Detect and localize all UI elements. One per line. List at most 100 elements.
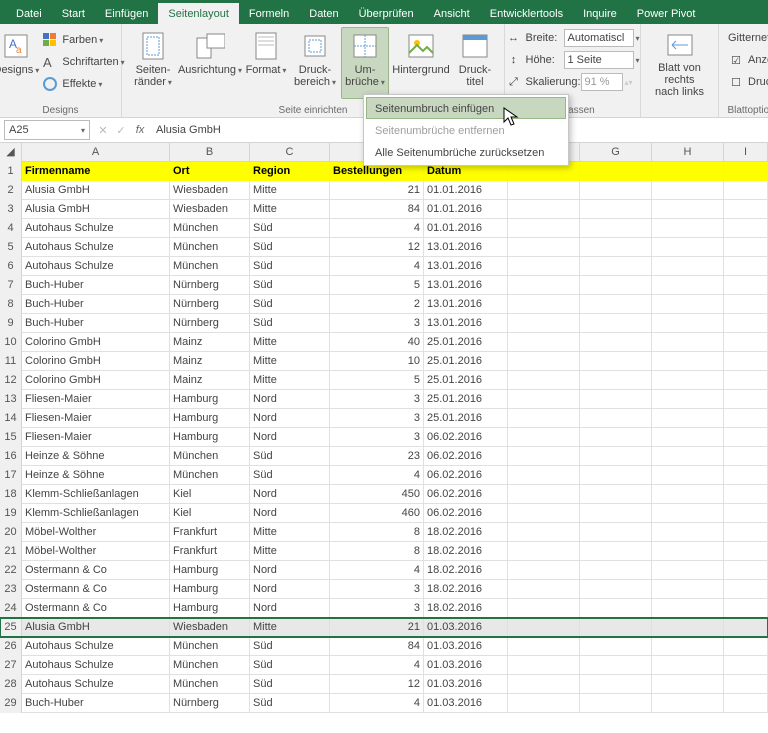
cell[interactable]: [580, 181, 652, 200]
cell[interactable]: Klemm-Schließanlagen: [22, 504, 170, 523]
row-head[interactable]: 13: [0, 390, 22, 409]
cell[interactable]: Heinze & Söhne: [22, 447, 170, 466]
cell[interactable]: [724, 504, 768, 523]
cell[interactable]: 460: [330, 504, 424, 523]
row-head[interactable]: 9: [0, 314, 22, 333]
btn-printarea[interactable]: Druck- bereich▾: [291, 27, 339, 99]
btn-format[interactable]: Format▾: [243, 27, 289, 99]
data-row[interactable]: 27Autohaus SchulzeMünchenSüd401.03.2016: [0, 656, 768, 675]
tab-überprüfen[interactable]: Überprüfen: [349, 3, 424, 24]
cell[interactable]: München: [170, 238, 250, 257]
cell[interactable]: 01.03.2016: [424, 675, 508, 694]
cell[interactable]: [508, 561, 580, 580]
cell[interactable]: 13.01.2016: [424, 238, 508, 257]
cell[interactable]: [724, 580, 768, 599]
cell[interactable]: [580, 200, 652, 219]
cell[interactable]: [508, 257, 580, 276]
data-row[interactable]: 5Autohaus SchulzeMünchenSüd1213.01.2016: [0, 238, 768, 257]
cell[interactable]: Süd: [250, 447, 330, 466]
cell[interactable]: [580, 542, 652, 561]
cell[interactable]: Ostermann & Co: [22, 580, 170, 599]
row-head[interactable]: 4: [0, 219, 22, 238]
cell[interactable]: Mainz: [170, 371, 250, 390]
data-row[interactable]: 8Buch-HuberNürnbergSüd213.01.2016: [0, 295, 768, 314]
cell[interactable]: [508, 238, 580, 257]
data-row[interactable]: 20Möbel-WoltherFrankfurtMitte818.02.2016: [0, 523, 768, 542]
col-head-H[interactable]: H: [652, 143, 724, 162]
cell[interactable]: [652, 219, 724, 238]
cell[interactable]: [652, 542, 724, 561]
row-head[interactable]: 24: [0, 599, 22, 618]
row-scale[interactable]: ⤢Skalierung:91 %▴▾: [503, 71, 643, 93]
fx-icon[interactable]: fx: [130, 124, 150, 136]
cell[interactable]: [508, 656, 580, 675]
btn-background[interactable]: Hintergrund: [391, 27, 451, 99]
cell[interactable]: [508, 466, 580, 485]
cell[interactable]: [508, 618, 580, 637]
cell[interactable]: 25.01.2016: [424, 409, 508, 428]
cell[interactable]: 12: [330, 238, 424, 257]
cell[interactable]: [652, 694, 724, 713]
btn-orientation[interactable]: Ausrichtung▾: [179, 27, 241, 99]
cell[interactable]: [508, 523, 580, 542]
cell[interactable]: [652, 523, 724, 542]
cell[interactable]: Nord: [250, 390, 330, 409]
cell[interactable]: Ostermann & Co: [22, 561, 170, 580]
data-row[interactable]: 10Colorino GmbHMainzMitte4025.01.2016: [0, 333, 768, 352]
cell[interactable]: 18.02.2016: [424, 542, 508, 561]
cell[interactable]: [580, 599, 652, 618]
row-head[interactable]: 10: [0, 333, 22, 352]
cell[interactable]: Hamburg: [170, 428, 250, 447]
cell[interactable]: Kiel: [170, 485, 250, 504]
cell[interactable]: Süd: [250, 295, 330, 314]
cell[interactable]: 25.01.2016: [424, 333, 508, 352]
cell[interactable]: 06.02.2016: [424, 428, 508, 447]
cell[interactable]: [724, 371, 768, 390]
cell[interactable]: Nürnberg: [170, 314, 250, 333]
cell[interactable]: [724, 561, 768, 580]
cell[interactable]: [580, 485, 652, 504]
cell[interactable]: [652, 656, 724, 675]
data-row[interactable]: 17Heinze & SöhneMünchenSüd406.02.2016: [0, 466, 768, 485]
cell[interactable]: Nord: [250, 504, 330, 523]
cell[interactable]: [508, 371, 580, 390]
cell[interactable]: Hamburg: [170, 561, 250, 580]
cell[interactable]: 4: [330, 656, 424, 675]
tab-einfügen[interactable]: Einfügen: [95, 3, 158, 24]
cell[interactable]: [580, 656, 652, 675]
cell[interactable]: [652, 162, 724, 181]
cell[interactable]: 5: [330, 276, 424, 295]
cell[interactable]: [724, 542, 768, 561]
cell[interactable]: [652, 675, 724, 694]
cell[interactable]: [508, 694, 580, 713]
cell[interactable]: [508, 352, 580, 371]
cell[interactable]: München: [170, 656, 250, 675]
cell[interactable]: [724, 219, 768, 238]
cell[interactable]: [580, 333, 652, 352]
cell[interactable]: Hamburg: [170, 599, 250, 618]
row-head[interactable]: 23: [0, 580, 22, 599]
cell[interactable]: München: [170, 447, 250, 466]
cell[interactable]: Nord: [250, 561, 330, 580]
cell[interactable]: 18.02.2016: [424, 523, 508, 542]
cell[interactable]: 13.01.2016: [424, 276, 508, 295]
cell[interactable]: Ort: [170, 162, 250, 181]
cell[interactable]: [652, 504, 724, 523]
cell[interactable]: 18.02.2016: [424, 561, 508, 580]
chk-view[interactable]: ☑Anzeig: [725, 49, 768, 71]
cell[interactable]: 3: [330, 314, 424, 333]
cell[interactable]: 84: [330, 200, 424, 219]
cell[interactable]: [652, 618, 724, 637]
cell[interactable]: [508, 200, 580, 219]
cell[interactable]: Buch-Huber: [22, 295, 170, 314]
row-head[interactable]: 25: [0, 618, 22, 637]
cell[interactable]: [652, 371, 724, 390]
cell[interactable]: [652, 561, 724, 580]
cell[interactable]: Fliesen-Maier: [22, 428, 170, 447]
cell[interactable]: [580, 162, 652, 181]
data-row[interactable]: 7Buch-HuberNürnbergSüd513.01.2016: [0, 276, 768, 295]
cell[interactable]: Wiesbaden: [170, 200, 250, 219]
data-row[interactable]: 16Heinze & SöhneMünchenSüd2306.02.2016: [0, 447, 768, 466]
cell[interactable]: [724, 314, 768, 333]
btn-margins[interactable]: Seiten- ränder▾: [129, 27, 177, 99]
